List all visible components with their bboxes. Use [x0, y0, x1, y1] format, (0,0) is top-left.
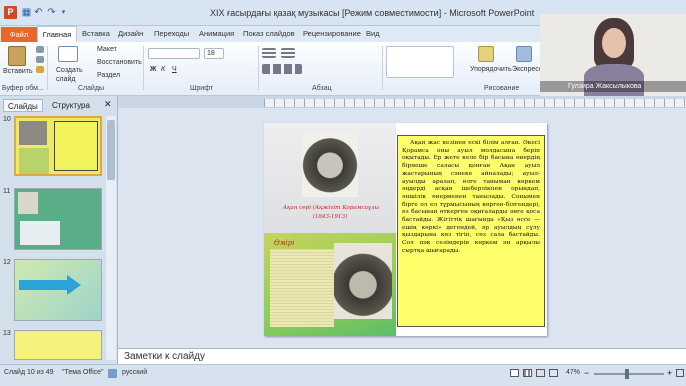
- panel-scrollbar[interactable]: [106, 116, 116, 360]
- window-title: XIX ғасырдағы қазақ музыкасы [Режим совм…: [210, 8, 535, 18]
- customize-toolbar-icon[interactable]: ▾: [58, 7, 69, 18]
- fit-to-window-icon[interactable]: [676, 369, 684, 377]
- tab-design[interactable]: Дизайн: [118, 29, 143, 38]
- numbering-icon[interactable]: [281, 48, 295, 58]
- underline-icon[interactable]: Ч: [172, 66, 177, 73]
- slide-counter: Слайд 10 из 49: [4, 369, 54, 376]
- slideshow-view-icon[interactable]: [549, 369, 558, 377]
- redo-icon[interactable]: ↷: [46, 7, 57, 18]
- slide-number: 12: [3, 259, 11, 266]
- font-size-value: 18: [207, 50, 215, 57]
- portrait-caption-years: (1843-1913): [312, 214, 348, 220]
- tab-slideshow[interactable]: Показ слайдов: [243, 29, 295, 38]
- tab-file[interactable]: Файл: [1, 27, 37, 42]
- format-painter-icon[interactable]: [36, 66, 44, 73]
- italic-icon[interactable]: К: [161, 66, 165, 73]
- tab-outline-panel[interactable]: Структура: [48, 99, 94, 112]
- paragraph-group-label: Абзац: [312, 85, 332, 92]
- bold-icon[interactable]: Ж: [150, 66, 156, 73]
- slide-left-top-panel: Ақан серi (Aқжiгiт Қорамсаұлы (1843-1913…: [264, 123, 396, 233]
- drawing-group-label: Рисование: [484, 85, 520, 92]
- slide-sorter-view-icon[interactable]: [523, 369, 532, 377]
- portrait-caption-name: Ақан серi (Aқжiгiт Қорамсаұлы: [282, 205, 380, 211]
- normal-view-icon[interactable]: [510, 369, 519, 377]
- slide-number: 13: [3, 330, 11, 337]
- zoom-slider[interactable]: [594, 369, 664, 379]
- notes-placeholder: Заметки к слайду: [124, 351, 205, 362]
- slide-canvas: Ақан серi (Aқжiгiт Қорамсаұлы (1843-1913…: [118, 108, 686, 348]
- slide-left-bottom-panel: Өмiрi: [264, 233, 396, 336]
- main-text: Ақан жас кезінен ескі білім алған. Әкесі…: [402, 140, 540, 254]
- theme-name: "Тема Office": [62, 369, 104, 376]
- zoom-out-icon[interactable]: −: [584, 368, 589, 378]
- tab-home[interactable]: Главная: [37, 26, 77, 42]
- slides-group-label: Слайды: [78, 85, 105, 92]
- tab-insert[interactable]: Вставка: [82, 29, 110, 38]
- slide-thumbnail-12[interactable]: [14, 259, 102, 321]
- status-bar: Слайд 10 из 49 "Тема Office" русский 47%…: [0, 364, 686, 386]
- tab-transitions[interactable]: Переходы: [154, 29, 189, 38]
- notes-pane[interactable]: Заметки к слайду: [118, 348, 686, 364]
- webcam-overlay: Гулзира Жаксылыкова: [540, 14, 686, 96]
- biography-text-block: [270, 249, 334, 327]
- new-slide-button-label[interactable]: Создать слайд: [56, 66, 84, 84]
- clipboard-group-label: Буфер обм...: [2, 85, 44, 92]
- akan-seri-portrait-bottom: [334, 243, 392, 319]
- slide-thumbnail-10[interactable]: [14, 116, 102, 176]
- slide-number: 10: [3, 116, 11, 123]
- slides-panel: Слайды Структура ✕ 10 11 12 13: [0, 96, 118, 364]
- new-slide-icon[interactable]: [58, 46, 78, 62]
- biography-section-title: Өмiрi: [274, 239, 295, 247]
- cut-icon[interactable]: [36, 46, 44, 53]
- language[interactable]: русский: [122, 369, 147, 376]
- main-text-box[interactable]: Ақан жас кезінен ескі білім алған. Әкесі…: [397, 135, 545, 327]
- current-slide[interactable]: Ақан серi (Aқжiгiт Қорамсаұлы (1843-1913…: [264, 123, 547, 336]
- spellcheck-icon[interactable]: [108, 369, 117, 378]
- tab-animation[interactable]: Анимация: [199, 29, 234, 38]
- arrange-icon[interactable]: [478, 46, 494, 62]
- presenter-name: Гулзира Жаксылыкова: [540, 81, 686, 92]
- undo-icon[interactable]: ↶: [33, 7, 44, 18]
- copy-icon[interactable]: [36, 56, 44, 63]
- section-button[interactable]: Раздел: [97, 72, 120, 79]
- presenter-face: [602, 28, 626, 58]
- paste-button-label[interactable]: Вставить: [3, 68, 33, 75]
- slide-thumbnail-11[interactable]: [14, 188, 102, 250]
- layout-button[interactable]: Макет: [97, 46, 117, 53]
- close-panel-icon[interactable]: ✕: [104, 99, 112, 110]
- slide-number: 11: [3, 188, 11, 195]
- zoom-in-icon[interactable]: +: [667, 368, 672, 378]
- shapes-gallery[interactable]: [386, 46, 454, 78]
- quick-styles-icon[interactable]: [516, 46, 532, 62]
- quick-styles-label[interactable]: Экспресс: [512, 66, 542, 73]
- font-group-label: Шрифт: [190, 85, 214, 92]
- save-icon[interactable]: ▦: [21, 7, 32, 18]
- zoom-level[interactable]: 47%: [566, 369, 580, 376]
- tab-review[interactable]: Рецензирование: [303, 29, 361, 38]
- reading-view-icon[interactable]: [536, 369, 545, 377]
- reset-button[interactable]: Восстановить: [97, 59, 142, 66]
- arrange-button-label[interactable]: Упорядочить: [470, 66, 512, 73]
- akan-seri-portrait-top: [302, 131, 358, 197]
- horizontal-ruler: [264, 99, 686, 108]
- powerpoint-logo-icon[interactable]: P: [4, 6, 17, 19]
- paste-icon[interactable]: [8, 46, 26, 66]
- slide-thumbnail-13[interactable]: [14, 330, 102, 360]
- tab-view[interactable]: Вид: [366, 29, 380, 38]
- align-icon[interactable]: [262, 64, 302, 74]
- font-name-box[interactable]: [148, 48, 200, 59]
- tab-slides-panel[interactable]: Слайды: [3, 99, 43, 112]
- bullets-icon[interactable]: [262, 48, 276, 58]
